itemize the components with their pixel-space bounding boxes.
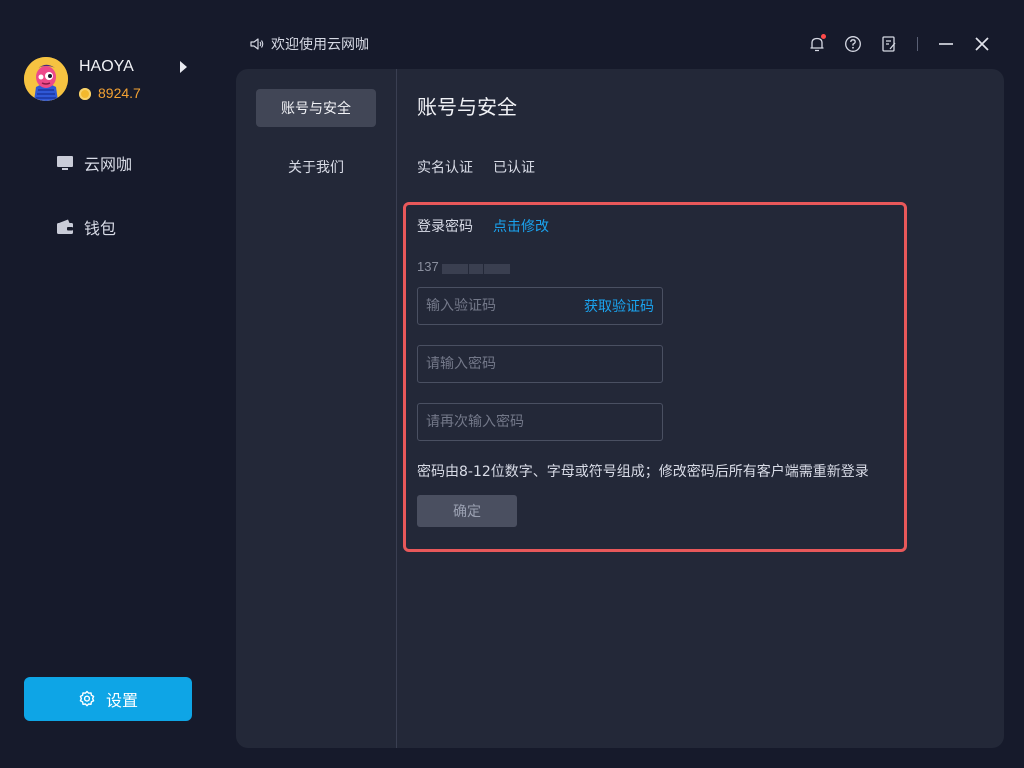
phone-mask <box>483 264 510 274</box>
nav-item-cloud-cafe[interactable]: 云网咖 <box>56 151 132 175</box>
sidebar: HAOYA 8924.7 云网咖 钱包 设置 <box>0 0 216 768</box>
help-button[interactable] <box>835 32 871 56</box>
password-row: 登录密码 点击修改 <box>417 216 549 236</box>
gear-icon <box>79 690 95 707</box>
repeat-password-input[interactable] <box>426 414 654 430</box>
realname-label: 实名认证 <box>417 160 473 176</box>
change-password-link[interactable]: 点击修改 <box>493 216 549 236</box>
notification-dot <box>821 34 826 39</box>
notification-button[interactable] <box>799 32 835 56</box>
username: HAOYA <box>79 58 134 75</box>
get-code-button[interactable]: 获取验证码 <box>584 296 654 316</box>
confirm-button[interactable]: 确定 <box>417 495 517 527</box>
window-controls <box>799 32 1000 56</box>
welcome-banner: 欢迎使用云网咖 <box>249 34 369 54</box>
close-icon <box>975 37 989 51</box>
phone-prefix: 137 <box>417 258 439 274</box>
settings-label: 设置 <box>105 691 138 710</box>
nav-item-label: 云网咖 <box>84 155 133 174</box>
new-password-field <box>417 345 663 383</box>
phone-mask <box>468 264 483 274</box>
page-title: 账号与安全 <box>417 95 517 119</box>
welcome-text: 欢迎使用云网咖 <box>271 37 369 53</box>
avatar-icon <box>24 57 68 101</box>
realname-status: 已认证 <box>493 160 535 176</box>
password-hint: 密码由8-12位数字、字母或符号组成；修改密码后所有客户端需重新登录 <box>417 464 869 480</box>
minimize-button[interactable] <box>928 32 964 56</box>
password-label: 登录密码 <box>417 219 473 235</box>
phone-number: 137 <box>417 258 510 274</box>
caret-right-icon[interactable] <box>180 61 187 73</box>
phone-mask <box>441 264 468 274</box>
coin-icon <box>79 88 91 100</box>
verification-code-field: 获取验证码 <box>417 287 663 325</box>
toolbar-divider <box>917 37 918 51</box>
settings-button[interactable]: 设置 <box>24 677 192 721</box>
settings-panel: 账号与安全 关于我们 账号与安全 实名认证 已认证 登录密码 点击修改 137 … <box>236 69 1004 748</box>
verification-code-input[interactable] <box>426 298 584 314</box>
nav-item-wallet[interactable]: 钱包 <box>56 215 116 239</box>
avatar[interactable] <box>24 57 68 101</box>
repeat-password-field <box>417 403 663 441</box>
speaker-icon <box>250 38 264 50</box>
balance: 8924.7 <box>98 85 141 101</box>
realname-row: 实名认证 已认证 <box>417 157 535 177</box>
close-button[interactable] <box>964 32 1000 56</box>
feedback-button[interactable] <box>871 32 907 56</box>
new-password-input[interactable] <box>426 356 654 372</box>
minimize-icon <box>939 43 953 45</box>
panel-divider <box>396 69 397 748</box>
feedback-icon <box>882 36 896 52</box>
help-icon <box>845 36 861 52</box>
wallet-icon <box>57 219 73 234</box>
monitor-icon <box>57 156 73 170</box>
tab-account-security[interactable]: 账号与安全 <box>256 89 376 127</box>
tab-about-us[interactable]: 关于我们 <box>256 148 376 186</box>
nav-item-label: 钱包 <box>84 219 117 238</box>
